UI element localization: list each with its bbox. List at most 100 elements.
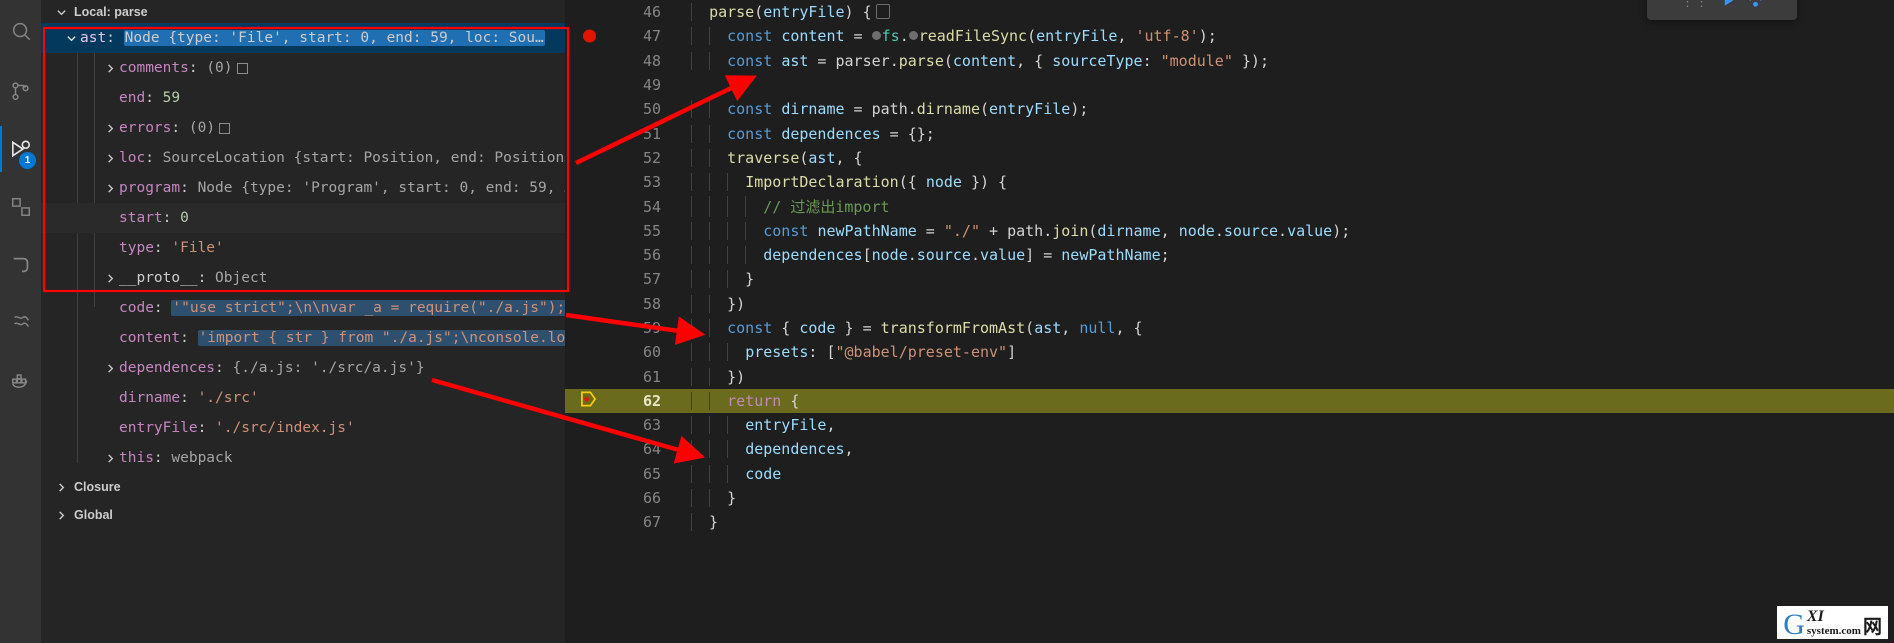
variable-row-dirname[interactable]: dirname : './src' — [41, 383, 565, 413]
variable-row-this[interactable]: this : webpack — [41, 443, 565, 473]
glyph-margin[interactable] — [565, 462, 623, 486]
scope-row-closure[interactable]: Closure — [41, 473, 565, 501]
code-line-66[interactable]: 66 } — [565, 486, 1894, 510]
variable-row-type[interactable]: type : 'File' — [41, 233, 565, 263]
chevron-right-icon[interactable] — [53, 481, 70, 493]
glyph-margin[interactable] — [565, 146, 623, 170]
code-line-56[interactable]: 56 dependences[node.source.value] = newP… — [565, 243, 1894, 267]
glyph-margin[interactable] — [565, 243, 623, 267]
code-line-61[interactable]: 61 }) — [565, 364, 1894, 388]
code-text[interactable]: } — [691, 270, 754, 289]
remote-explorer-icon[interactable] — [0, 236, 41, 294]
code-text[interactable]: }) — [691, 367, 745, 386]
code-line-65[interactable]: 65 code — [565, 462, 1894, 486]
breakpoint-icon[interactable] — [583, 29, 596, 43]
variable-row-ast[interactable]: ast : Node {type: 'File', start: 0, end:… — [41, 23, 565, 53]
code-line-67[interactable]: 67 } — [565, 510, 1894, 534]
code-text[interactable]: const ast = parser.parse(content, { sour… — [691, 51, 1269, 70]
code-line-51[interactable]: 51 const dependences = {}; — [565, 121, 1894, 145]
glyph-margin[interactable] — [565, 170, 623, 194]
code-line-60[interactable]: 60 presets: ["@babel/preset-env"] — [565, 340, 1894, 364]
testing-icon[interactable] — [0, 294, 41, 352]
chevron-right-icon[interactable] — [102, 362, 119, 374]
glyph-margin[interactable] — [565, 194, 623, 218]
chevron-right-icon[interactable] — [102, 272, 119, 284]
scope-row-local[interactable]: Local: parse — [41, 0, 565, 23]
glyph-margin[interactable] — [565, 292, 623, 316]
glyph-margin[interactable] — [565, 73, 623, 97]
chevron-right-icon[interactable] — [53, 509, 70, 521]
code-line-47[interactable]: 47 const content = fs. readFileSync(entry… — [565, 24, 1894, 48]
code-line-58[interactable]: 58 }) — [565, 292, 1894, 316]
code-text[interactable]: dependences, — [691, 440, 854, 459]
glyph-margin[interactable] — [565, 364, 623, 388]
code-line-59[interactable]: 59 const { code } = transformFromAst(ast… — [565, 316, 1894, 340]
glyph-margin[interactable] — [565, 316, 623, 340]
code-text[interactable]: const dirname = path.dirname(entryFile); — [691, 100, 1088, 119]
code-text[interactable]: } — [691, 513, 718, 532]
variable-row-code[interactable]: code : '"use strict";\n\nvar _a = requir… — [41, 293, 565, 323]
code-text[interactable]: parse(entryFile) { — [691, 3, 890, 22]
code-line-63[interactable]: 63 entryFile, — [565, 413, 1894, 437]
variable-row-comments[interactable]: comments : (0) — [41, 53, 565, 83]
glyph-margin[interactable] — [565, 97, 623, 121]
code-text[interactable]: traverse(ast, { — [691, 148, 863, 167]
search-icon[interactable] — [0, 0, 41, 62]
chevron-right-icon[interactable] — [102, 452, 119, 464]
chevron-down-icon[interactable] — [63, 32, 80, 44]
code-text[interactable]: const newPathName = "./" + path.join(dir… — [691, 221, 1350, 240]
glyph-margin[interactable] — [565, 49, 623, 73]
glyph-margin[interactable] — [565, 219, 623, 243]
variable-row-proto[interactable]: __proto__ : Object — [41, 263, 565, 293]
code-text[interactable]: return { — [691, 391, 799, 410]
step-over-icon[interactable] — [1748, 0, 1763, 12]
code-text[interactable]: presets: ["@babel/preset-env"] — [691, 343, 1016, 362]
glyph-margin[interactable] — [565, 24, 623, 48]
debug-toolbar[interactable]: ⋮⋮ — [1647, 0, 1797, 20]
code-line-48[interactable]: 48 const ast = parser.parse(content, { s… — [565, 49, 1894, 73]
code-line-55[interactable]: 55 const newPathName = "./" + path.join(… — [565, 219, 1894, 243]
code-text[interactable]: dependences[node.source.value] = newPath… — [691, 246, 1170, 265]
code-text[interactable]: // 过滤出import — [691, 196, 890, 218]
code-text[interactable]: code — [691, 464, 781, 483]
chevron-down-icon[interactable] — [53, 5, 70, 17]
code-text[interactable]: const dependences = {}; — [691, 124, 935, 143]
chevron-right-icon[interactable] — [102, 182, 119, 194]
chevron-right-icon[interactable] — [102, 122, 119, 134]
variable-row-dependences[interactable]: dependences : {./a.js: './src/a.js'} — [41, 353, 565, 383]
glyph-margin[interactable] — [565, 340, 623, 364]
code-text[interactable]: entryFile, — [691, 416, 836, 435]
code-editor[interactable]: 46 parse(entryFile) {47 const content = … — [565, 0, 1894, 643]
run-and-debug-icon[interactable]: 1 — [0, 120, 41, 178]
code-line-50[interactable]: 50 const dirname = path.dirname(entryFil… — [565, 97, 1894, 121]
chevron-right-icon[interactable] — [102, 152, 119, 164]
glyph-margin[interactable] — [565, 267, 623, 291]
variable-row-start[interactable]: start : 0 — [41, 203, 565, 233]
code-line-62[interactable]: 62 return { — [565, 388, 1894, 414]
glyph-margin[interactable] — [565, 437, 623, 461]
chevron-right-icon[interactable] — [102, 62, 119, 74]
source-control-icon[interactable] — [0, 62, 41, 120]
glyph-margin[interactable] — [565, 486, 623, 510]
scope-row-global[interactable]: Global — [41, 501, 565, 529]
continue-icon[interactable] — [1721, 0, 1736, 12]
code-text[interactable]: }) — [691, 294, 745, 313]
variable-row-loc[interactable]: loc : SourceLocation {start: Position, e… — [41, 143, 565, 173]
code-text[interactable]: } — [691, 489, 736, 508]
drag-handle-icon[interactable]: ⋮⋮ — [1681, 0, 1709, 10]
code-text[interactable]: const content = fs. readFileSync(entryFil… — [691, 27, 1217, 46]
glyph-margin[interactable] — [565, 121, 623, 145]
variable-row-program[interactable]: program : Node {type: 'Program', start: … — [41, 173, 565, 203]
code-line-53[interactable]: 53 ImportDeclaration({ node }) { — [565, 170, 1894, 194]
code-line-49[interactable]: 49 — [565, 73, 1894, 97]
glyph-margin[interactable] — [565, 413, 623, 437]
code-line-52[interactable]: 52 traverse(ast, { — [565, 146, 1894, 170]
variable-row-entryfile[interactable]: entryFile : './src/index.js' — [41, 413, 565, 443]
variable-row-errors[interactable]: errors : (0) — [41, 113, 565, 143]
extensions-icon[interactable] — [0, 178, 41, 236]
variable-row-end[interactable]: end : 59 — [41, 83, 565, 113]
glyph-margin[interactable] — [565, 0, 623, 24]
glyph-margin[interactable] — [565, 389, 623, 413]
glyph-margin[interactable] — [565, 510, 623, 534]
code-line-57[interactable]: 57 } — [565, 267, 1894, 291]
